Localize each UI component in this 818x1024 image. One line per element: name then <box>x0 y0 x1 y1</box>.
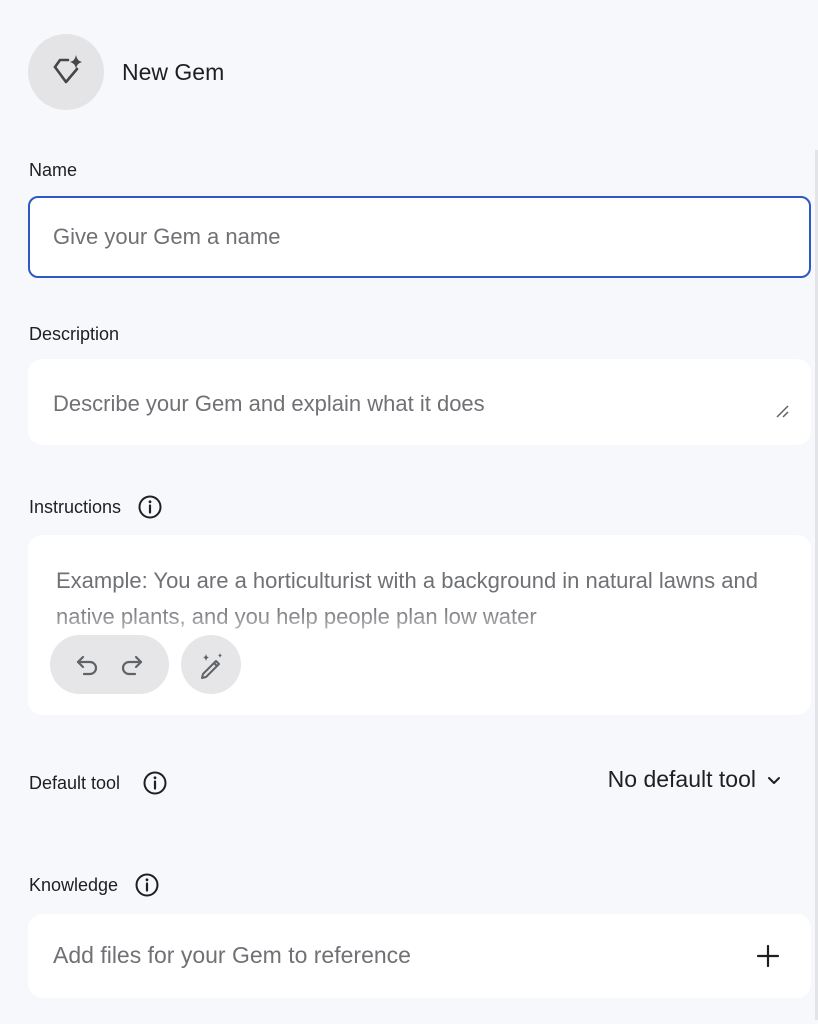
knowledge-label-text: Knowledge <box>29 874 119 895</box>
default-tool-dropdown[interactable]: No default tool <box>608 766 782 793</box>
default-tool-selected: No default tool <box>607 766 756 792</box>
gem-avatar <box>28 34 104 110</box>
name-label-text: Name <box>29 160 78 180</box>
instructions-info-icon[interactable] <box>137 494 163 520</box>
knowledge-info-icon[interactable] <box>134 872 160 898</box>
magic-wand-pencil-icon <box>196 650 226 680</box>
instructions-label: Instructions <box>29 494 163 520</box>
description-textarea[interactable]: Describe your Gem and explain what it do… <box>28 359 811 445</box>
add-file-plus-icon[interactable] <box>755 943 781 969</box>
knowledge-label: Knowledge <box>29 872 160 898</box>
default-tool-label: Default tool <box>29 770 168 796</box>
description-placeholder: Describe your Gem and explain what it do… <box>53 391 485 416</box>
gem-sparkle-icon <box>46 52 86 92</box>
default-tool-info-icon[interactable] <box>142 770 168 796</box>
knowledge-placeholder: Add files for your Gem to reference <box>53 942 411 968</box>
magic-edit-button[interactable] <box>181 635 241 694</box>
name-label: Name <box>29 160 77 181</box>
description-label: Description <box>29 324 119 345</box>
description-label-text: Description <box>29 324 120 344</box>
chevron-down-icon <box>766 772 782 788</box>
knowledge-upload-box[interactable]: Add files for your Gem to reference <box>28 914 811 998</box>
gem-editor-page: New Gem Name Description Describe your G… <box>0 0 818 1024</box>
instructions-label-text: Instructions <box>29 496 122 517</box>
default-tool-label-text: Default tool <box>29 772 121 793</box>
instructions-textarea[interactable]: Example: You are a horticulturist with a… <box>28 535 811 715</box>
redo-icon[interactable] <box>119 652 145 678</box>
undo-icon[interactable] <box>74 652 100 678</box>
undo-redo-group <box>50 635 169 694</box>
name-input[interactable] <box>28 196 811 278</box>
page-title: New Gem <box>122 58 225 85</box>
gem-header: New Gem <box>28 34 224 110</box>
resize-handle-icon[interactable] <box>775 404 789 423</box>
